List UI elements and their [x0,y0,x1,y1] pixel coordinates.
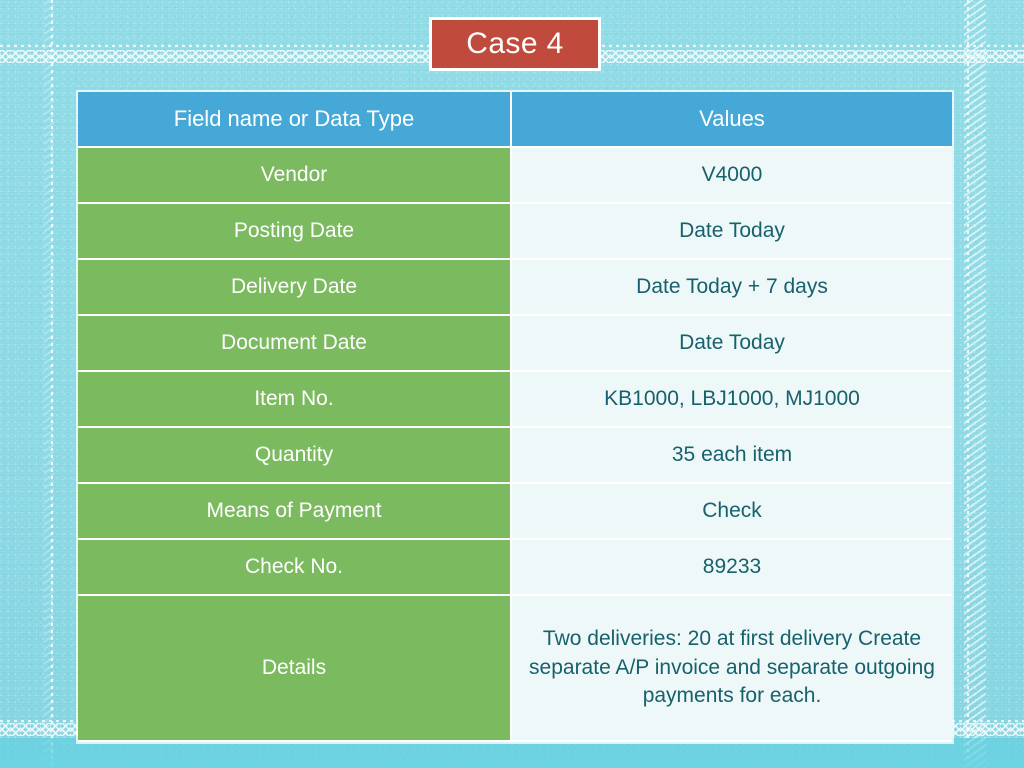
decorative-bottom-band [0,738,1024,768]
case-details-table: Field name or Data Type Values Vendor V40… [78,92,952,742]
column-header-values: Values [512,92,952,148]
cell-value: 89233 [512,540,952,596]
page-title: Case 4 [466,27,564,60]
cell-value: Date Today + 7 days [512,260,952,316]
cell-value: Date Today [512,204,952,260]
cell-field-name: Vendor [78,148,512,204]
cell-field-name: Document Date [78,316,512,372]
table-row: Vendor V4000 [78,148,952,204]
cell-value: Two deliveries: 20 at first delivery Cre… [512,596,952,742]
cell-field-name: Posting Date [78,204,512,260]
decorative-hatch-band-right [964,0,986,768]
table-row: Quantity 35 each item [78,428,952,484]
table-row: Check No. 89233 [78,540,952,596]
cell-field-name: Means of Payment [78,484,512,540]
cell-field-name: Delivery Date [78,260,512,316]
table-body: Vendor V4000 Posting Date Date Today Deliver… [78,148,952,742]
table-row: Posting Date Date Today [78,204,952,260]
decorative-hatch-band-left [44,0,54,768]
table-header-row: Field name or Data Type Values [78,92,952,148]
cell-field-name: Details [78,596,512,742]
cell-value: Check [512,484,952,540]
cell-value: 35 each item [512,428,952,484]
cell-value: Date Today [512,316,952,372]
table-row: Item No. KB1000, LBJ1000, MJ1000 [78,372,952,428]
table-row: Document Date Date Today [78,316,952,372]
column-header-field-name: Field name or Data Type [78,92,512,148]
cell-field-name: Item No. [78,372,512,428]
cell-value: KB1000, LBJ1000, MJ1000 [512,372,952,428]
table-row: Details Two deliveries: 20 at first deliv… [78,596,952,742]
table-row: Delivery Date Date Today + 7 days [78,260,952,316]
cell-field-name: Quantity [78,428,512,484]
table-header: Field name or Data Type Values [78,92,952,148]
table-row: Means of Payment Check [78,484,952,540]
cell-value: V4000 [512,148,952,204]
cell-field-name: Check No. [78,540,512,596]
slide-title-box: Case 4 [429,17,601,71]
